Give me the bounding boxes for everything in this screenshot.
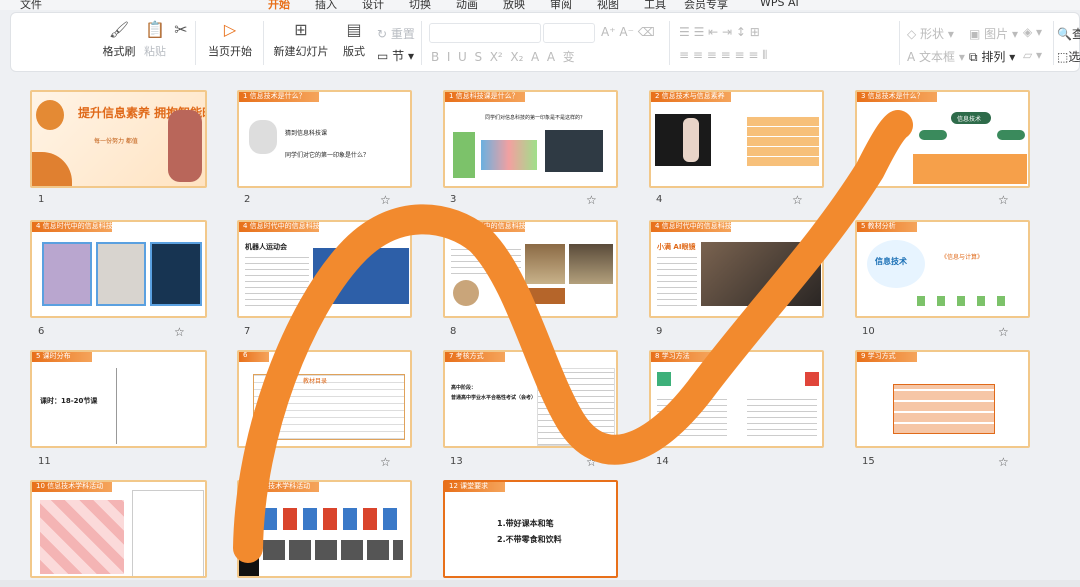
pen-annotation-stroke — [233, 110, 913, 563]
status-bar — [0, 580, 1080, 587]
